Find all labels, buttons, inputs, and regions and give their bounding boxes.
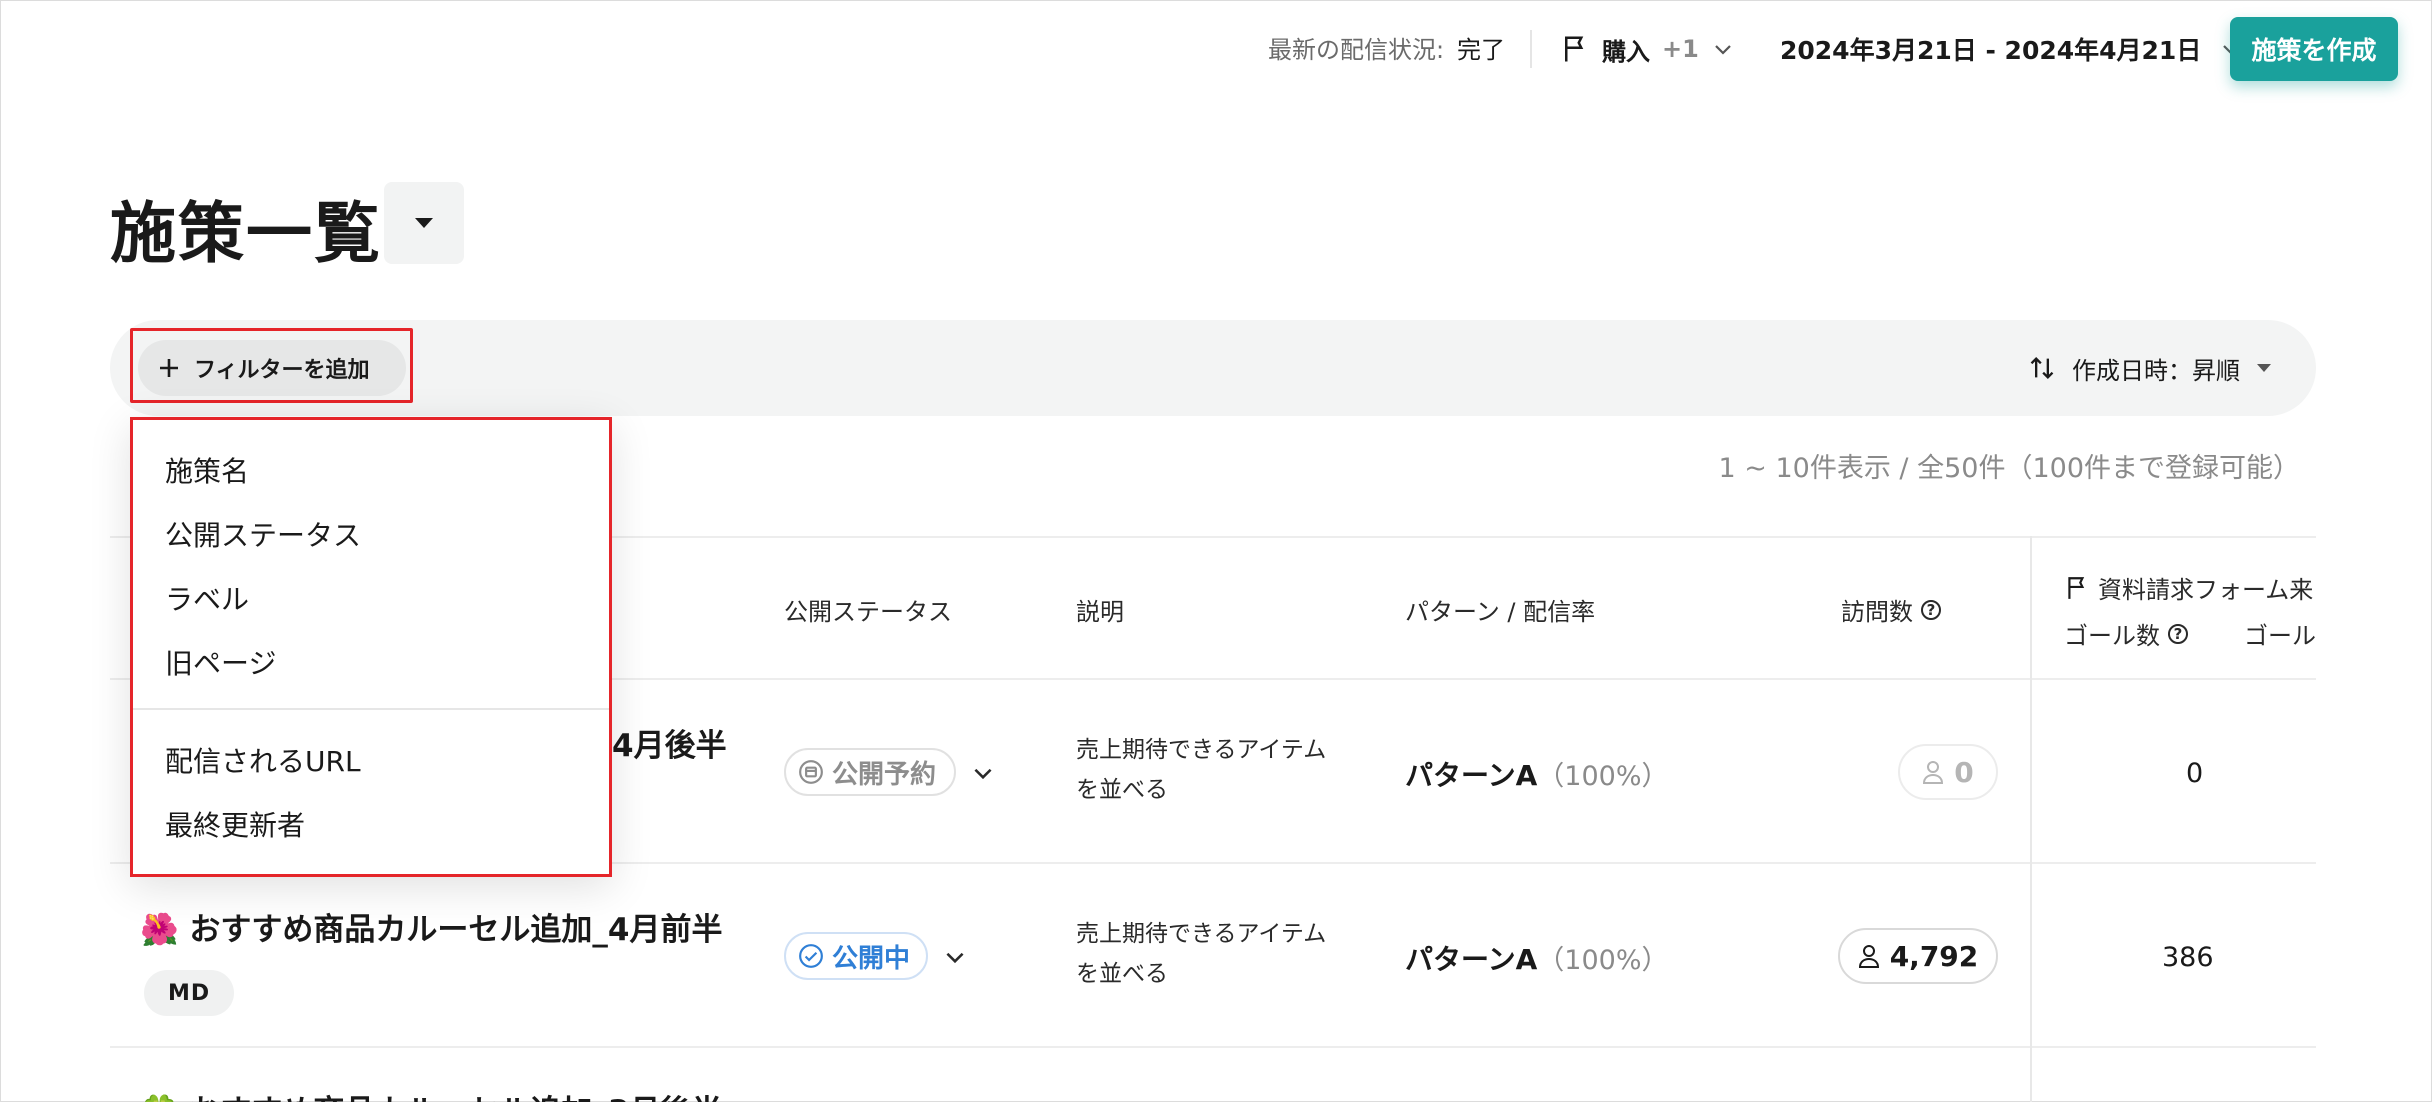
filter-option-url[interactable]: 配信されるURL [165, 740, 361, 780]
row-pattern: パターンA（100%） [1405, 754, 1668, 794]
goal-count-value: 0 [2186, 758, 2204, 789]
row-title[interactable]: 🌺 おすすめ商品カルーセル追加_4月前半 [140, 904, 722, 949]
status-label: 公開予約 [832, 759, 937, 790]
check-circle-icon [799, 944, 823, 968]
chevron-down-icon[interactable] [970, 760, 996, 786]
description-line: 売上期待できるアイテム [1076, 737, 1327, 763]
row-pattern: パターンA（100%） [1405, 938, 1668, 978]
filter-option-last-editor[interactable]: 最終更新者 [165, 804, 305, 844]
description-line: を並べる [1076, 777, 1168, 803]
calendar-icon [799, 760, 823, 784]
row-description: 売上期待できるアイテム を並べる [1076, 914, 1326, 994]
help-icon[interactable]: ? [2168, 623, 2188, 644]
delivery-status-value: 完了 [1457, 36, 1505, 64]
goal-count-value: 386 [2162, 942, 2214, 973]
create-campaign-button[interactable]: 施策を作成 [2230, 17, 2398, 81]
flag-icon [2068, 576, 2085, 599]
date-range-selector[interactable]: 2024年3月21日 - 2024年4月21日 [1780, 30, 2243, 68]
goal-column-divider [2030, 536, 2032, 1102]
caret-down-icon [415, 218, 433, 228]
pattern-name: パターンA [1405, 759, 1538, 792]
sort-selector[interactable]: 作成日時：昇順 [2028, 348, 2272, 388]
filter-option-campaign-name[interactable]: 施策名 [165, 450, 249, 490]
status-label: 公開中 [832, 943, 911, 974]
goal-selector[interactable]: 購入 +1 [1560, 30, 1735, 68]
filter-option-old-page[interactable]: 旧ページ [165, 642, 276, 682]
sort-label: 作成日時：昇順 [2072, 356, 2240, 385]
filter-menu: 施策名 公開ステータス ラベル 旧ページ 配信されるURL 最終更新者 [130, 417, 612, 877]
row-divider [110, 1046, 2316, 1048]
filter-option-status[interactable]: 公開ステータス [165, 514, 361, 554]
row-title-text: おすすめ商品カルーセル追加_4月前半 [189, 912, 723, 948]
goal-extra-count: +1 [1662, 35, 1699, 63]
pattern-rate: （100%） [1537, 945, 1669, 976]
goal-group-label: 資料請求フォーム来 [2098, 576, 2314, 604]
row-title-fragment[interactable]: 4月後半 [612, 720, 727, 765]
filter-option-label[interactable]: ラベル [165, 578, 249, 618]
page-title: 施策一覧 [110, 195, 382, 272]
visits-badge[interactable]: 4,792 [1838, 928, 1998, 984]
column-header-goal-group: 資料請求フォーム来 [2064, 570, 2316, 605]
column-header-goal-second: ゴール [2244, 622, 2316, 650]
date-range-text: 2024年3月21日 - 2024年4月21日 [1780, 36, 2202, 65]
description-line: を並べる [1076, 961, 1168, 987]
visits-value: 0 [1954, 755, 1974, 789]
visits-value: 4,792 [1889, 939, 1979, 973]
row-description: 売上期待できるアイテム を並べる [1076, 730, 1326, 810]
description-line: 売上期待できるアイテム [1076, 921, 1327, 947]
status-badge-public[interactable]: 公開中 [784, 932, 928, 980]
pattern-rate: （100%） [1537, 761, 1669, 792]
row-title[interactable]: 🍀 おすすめ商品カルーセル追加_3月後半 [140, 1086, 722, 1102]
caret-down-icon [2257, 364, 2271, 372]
help-icon[interactable]: ? [1921, 599, 1941, 620]
flag-icon [1565, 36, 1584, 62]
filter-bar [110, 320, 2316, 416]
menu-divider [133, 708, 609, 710]
sort-arrows-icon [2030, 357, 2054, 379]
title-dropdown-button[interactable] [384, 182, 464, 264]
user-icon [1923, 761, 1944, 784]
column-header-status: 公開ステータス [784, 598, 952, 626]
column-header-pattern: パターン / 配信率 [1405, 598, 1596, 626]
pattern-name: パターンA [1405, 943, 1538, 976]
header-divider [1530, 30, 1532, 68]
column-header-description: 説明 [1076, 598, 1124, 626]
status-badge-scheduled[interactable]: 公開予約 [784, 748, 956, 796]
goal-label: 購入 [1602, 37, 1650, 66]
flower-emoji-icon: 🌺 [140, 912, 179, 948]
visits-header-label: 訪問数 [1841, 598, 1913, 626]
column-header-visits: 訪問数 ? [1841, 592, 1941, 627]
label-tag[interactable]: MD [144, 970, 235, 1016]
row-title-text: おすすめ商品カルーセル追加_3月後半 [189, 1094, 722, 1102]
visits-badge[interactable]: 0 [1898, 744, 1998, 800]
result-count: 1 ~ 10件表示 / 全50件（100件まで登録可能） [1718, 453, 2300, 484]
goal-count-header-label: ゴール数 [2064, 622, 2160, 650]
delivery-status-label: 最新の配信状況: [1268, 36, 1445, 64]
chevron-down-icon[interactable] [942, 944, 968, 970]
user-icon [1858, 945, 1879, 968]
highlight-box-add-filter [130, 328, 413, 403]
clover-emoji-icon: 🍀 [140, 1094, 179, 1102]
column-header-goal-count: ゴール数 ? [2064, 616, 2188, 651]
chevron-down-icon [1715, 45, 1731, 55]
